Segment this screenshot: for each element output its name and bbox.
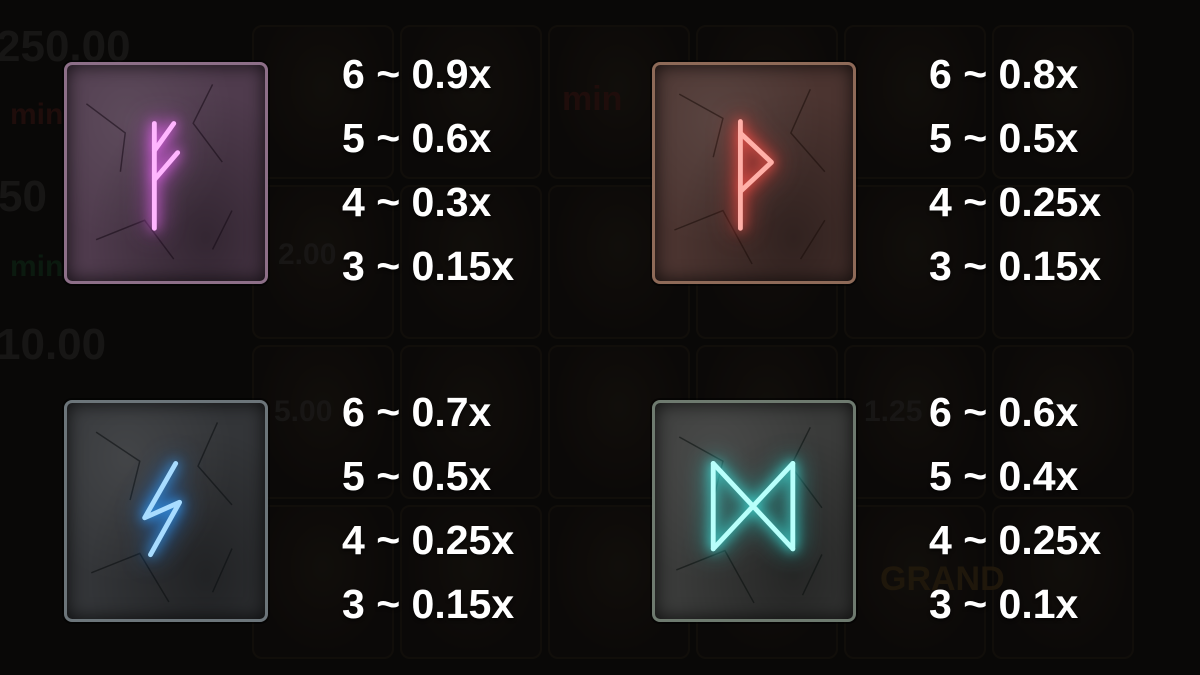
payout-line: 3 ~ 0.15x bbox=[929, 243, 1102, 289]
payout-line: 5 ~ 0.4x bbox=[929, 453, 1079, 499]
payout-line: 6 ~ 0.7x bbox=[342, 389, 492, 435]
payout-line: 4 ~ 0.25x bbox=[929, 517, 1102, 563]
rune-symbol-tile bbox=[652, 400, 856, 622]
rune-symbol-tile bbox=[652, 62, 856, 284]
payout-line: 6 ~ 0.8x bbox=[929, 51, 1079, 97]
payout-line: 4 ~ 0.25x bbox=[342, 517, 515, 563]
payout-line: 6 ~ 0.6x bbox=[929, 389, 1079, 435]
payout-line: 4 ~ 0.3x bbox=[342, 179, 492, 225]
payout-line: 3 ~ 0.15x bbox=[342, 243, 515, 289]
dagaz-rune-icon bbox=[710, 461, 796, 552]
sowilo-rune-icon bbox=[142, 461, 183, 558]
thurisaz-rune-icon bbox=[737, 119, 774, 231]
paytable-sowilo: 6 ~ 0.7x 5 ~ 0.5x 4 ~ 0.25x 3 ~ 0.15x bbox=[342, 380, 514, 636]
rune-symbol-tile bbox=[64, 62, 268, 284]
payout-line: 3 ~ 0.15x bbox=[342, 581, 515, 627]
payout-line: 6 ~ 0.9x bbox=[342, 51, 492, 97]
rune-symbol-tile bbox=[64, 400, 268, 622]
paytable-dagaz: 6 ~ 0.6x 5 ~ 0.4x 4 ~ 0.25x 3 ~ 0.1x bbox=[929, 380, 1101, 636]
payout-line: 5 ~ 0.6x bbox=[342, 115, 492, 161]
payout-line: 3 ~ 0.1x bbox=[929, 581, 1079, 627]
payout-line: 4 ~ 0.25x bbox=[929, 179, 1102, 225]
paytable-thurisaz: 6 ~ 0.8x 5 ~ 0.5x 4 ~ 0.25x 3 ~ 0.15x bbox=[929, 42, 1101, 298]
paytable-fehu: 6 ~ 0.9x 5 ~ 0.6x 4 ~ 0.3x 3 ~ 0.15x bbox=[342, 42, 514, 298]
fehu-rune-icon bbox=[151, 121, 181, 231]
payout-line: 5 ~ 0.5x bbox=[929, 115, 1079, 161]
payout-line: 5 ~ 0.5x bbox=[342, 453, 492, 499]
